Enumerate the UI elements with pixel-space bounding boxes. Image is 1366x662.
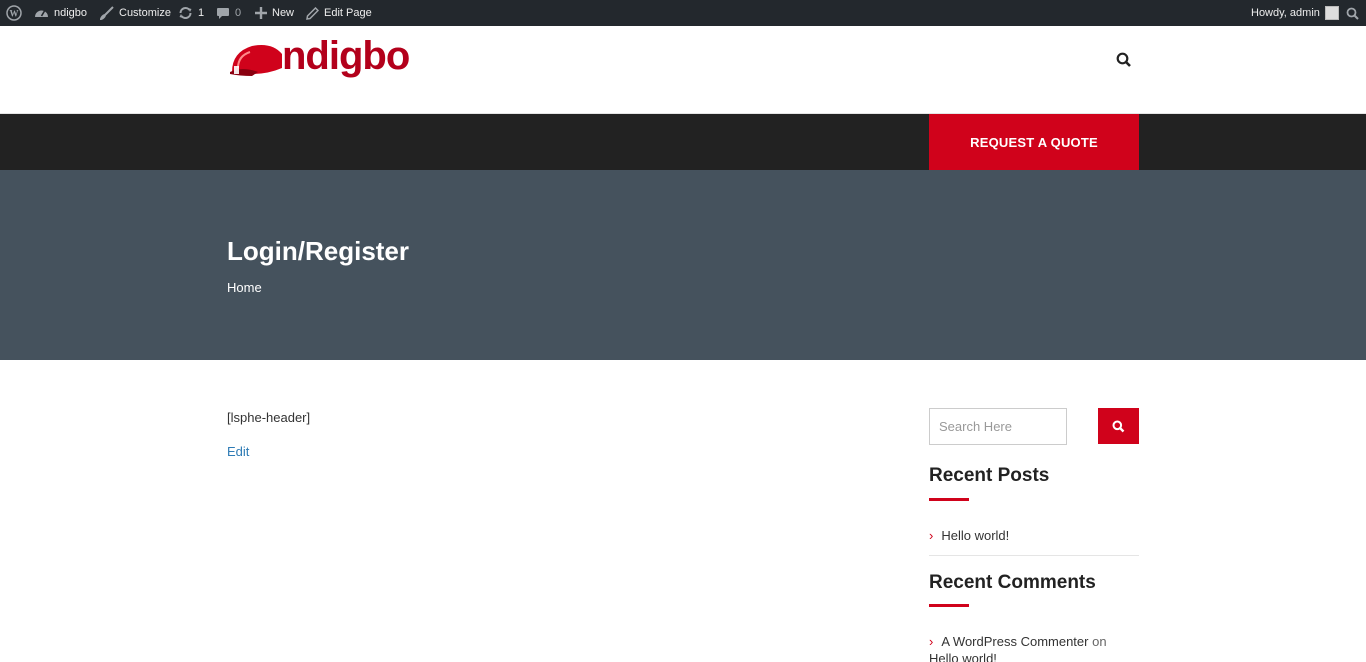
recent-post-item[interactable]: › Hello world! [929,527,1139,544]
shortcode-text: [lsphe-header] [227,410,311,425]
widget-divider [929,555,1139,556]
page-title: Login/Register [227,236,410,266]
sidebar-search-button[interactable] [1098,408,1139,444]
comment-post-link[interactable]: Hello world! [929,651,997,662]
request-quote-button[interactable]: REQUEST A QUOTE [929,114,1139,170]
updates-icon [178,6,193,20]
edit-page-link[interactable]: Edit Page [306,0,372,26]
paintbrush-icon [100,6,114,20]
comments-count: 0 [235,7,242,19]
chevron-right-icon: › [929,528,934,543]
site-name-label: ndigbo [54,7,88,19]
svg-text:W: W [10,9,19,19]
dashboard-icon [34,6,49,20]
search-icon [1112,420,1125,432]
main-navigation: REQUEST A QUOTE [0,114,1366,170]
comment-author-link[interactable]: A WordPress Commenter [941,634,1088,649]
updates-link[interactable]: 1 [178,0,204,26]
comments-link[interactable]: 0 [216,0,241,26]
search-icon [1116,52,1131,67]
customize-label: Customize [119,7,171,19]
wordpress-logo-icon[interactable]: W [6,0,22,26]
my-account-link[interactable]: Howdy, admin [1251,0,1339,26]
updates-count: 1 [198,7,205,19]
page-title-banner: Login/Register Home [0,170,1366,360]
admin-search-button[interactable] [1346,0,1359,26]
recent-post-label: Hello world! [941,528,1010,543]
plus-icon [255,7,267,19]
pencil-icon [306,6,319,20]
recent-comment-item: › A WordPress Commenter on Hello world! [929,633,1139,662]
chevron-right-icon: › [929,634,934,649]
edit-link[interactable]: Edit [227,444,249,459]
comment-on-text: on [1092,634,1107,649]
site-name-link[interactable]: ndigbo [34,0,87,26]
breadcrumb-home[interactable]: Home [227,280,262,295]
new-content-link[interactable]: New [255,0,294,26]
admin-bar: W ndigbo Customize 1 0 New Edit Page How… [0,0,1366,26]
avatar [1324,6,1339,20]
recent-posts-underline [929,498,969,501]
site-logo[interactable]: ndigbo [228,36,428,76]
sidebar-search-input[interactable] [929,408,1067,445]
logo-text: ndigbo [282,34,410,78]
new-label: New [272,7,295,19]
recent-posts-title: Recent Posts [929,465,1050,486]
edit-page-label: Edit Page [324,7,372,19]
site-header: ndigbo [0,26,1366,114]
cap-logo-icon [230,45,282,76]
header-search-button[interactable] [1116,52,1132,68]
customize-link[interactable]: Customize [100,0,171,26]
search-icon [1346,7,1359,20]
recent-comments-title: Recent Comments [929,572,1096,593]
howdy-label: Howdy, admin [1251,7,1320,19]
comment-icon [216,7,230,20]
recent-comments-underline [929,604,969,607]
